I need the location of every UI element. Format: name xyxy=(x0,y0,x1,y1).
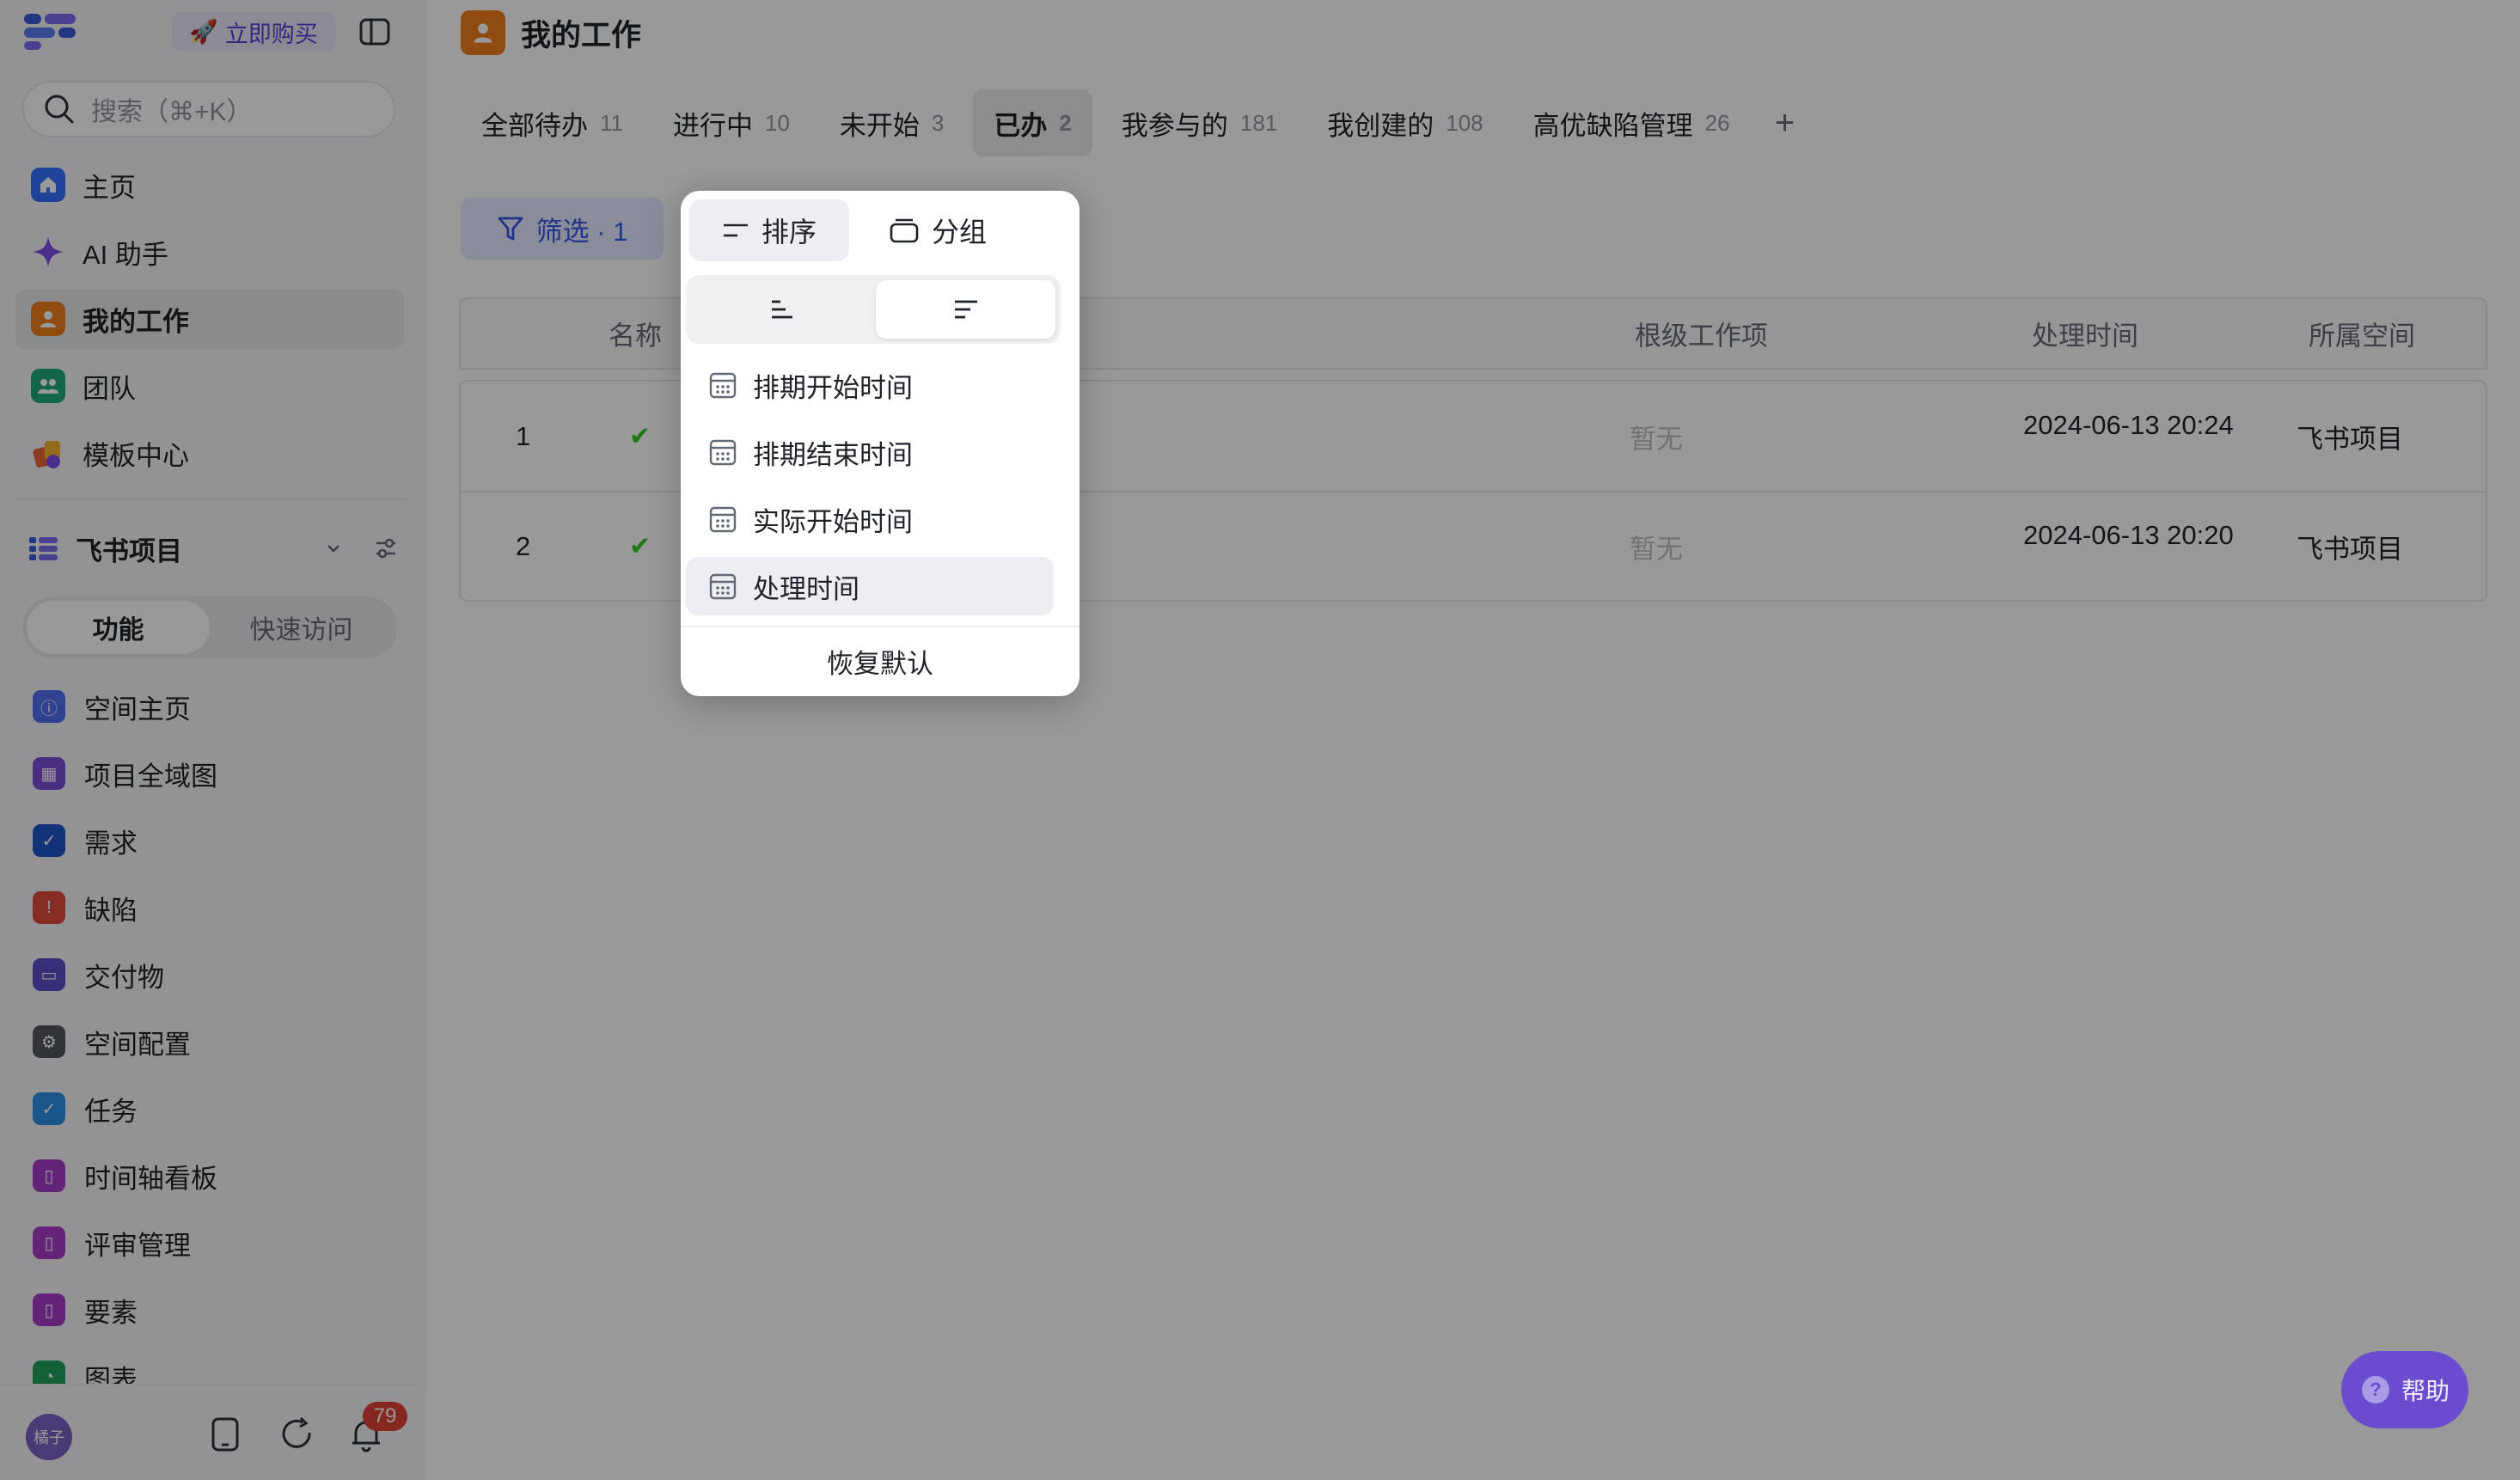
sort-option-label: 排期开始时间 xyxy=(753,372,913,403)
tab-group-label: 分组 xyxy=(931,217,987,248)
sort-order-toggle xyxy=(686,275,1061,344)
sort-option-label: 处理时间 xyxy=(753,573,859,604)
calendar-icon xyxy=(709,506,737,533)
restore-default-button[interactable]: 恢复默认 xyxy=(681,631,1080,691)
tab-sort-label: 排序 xyxy=(761,217,817,248)
calendar-icon xyxy=(709,439,737,466)
sort-option-label: 实际开始时间 xyxy=(753,506,913,537)
help-button[interactable]: ? 帮助 xyxy=(2341,1351,2468,1428)
calendar-icon xyxy=(709,573,737,600)
svg-text:?: ? xyxy=(2370,1379,2381,1400)
sort-option-planned-end[interactable]: 排期结束时间 xyxy=(686,423,1054,481)
popup-divider xyxy=(681,626,1080,627)
sort-group-popup: 排序 分组 排期开始时间 排期结束时间 实际开始时间 处理时间 恢复默认 xyxy=(681,191,1080,696)
sort-option-process-time[interactable]: 处理时间 xyxy=(686,557,1054,615)
descending-option[interactable] xyxy=(876,280,1055,339)
sort-lines-icon xyxy=(723,223,748,237)
calendar-icon xyxy=(709,372,737,399)
ascending-option[interactable] xyxy=(691,280,871,339)
sort-option-planned-start[interactable]: 排期开始时间 xyxy=(686,356,1054,414)
sort-descending-icon xyxy=(954,300,977,319)
tab-group[interactable]: 分组 xyxy=(858,199,1018,261)
sort-option-actual-start[interactable]: 实际开始时间 xyxy=(686,490,1054,548)
sort-option-label: 排期结束时间 xyxy=(753,439,913,470)
question-icon: ? xyxy=(2361,1376,2389,1404)
popup-tabs: 排序 分组 xyxy=(681,191,1080,265)
group-icon xyxy=(890,218,919,243)
tab-sort[interactable]: 排序 xyxy=(689,199,849,261)
help-label: 帮助 xyxy=(2401,1378,2450,1404)
sort-ascending-icon xyxy=(771,300,792,319)
modal-backdrop[interactable] xyxy=(0,0,2520,1480)
